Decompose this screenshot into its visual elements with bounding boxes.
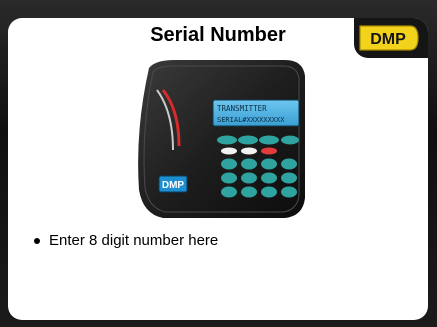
bullet-text: Enter 8 digit number here	[49, 232, 219, 249]
keypad-badge-text: DMP	[162, 180, 185, 191]
keypad-image: TRANSMITTER SERIAL#XXXXXXXXX DMP	[135, 60, 305, 218]
bullet-icon	[34, 237, 40, 244]
indicator-keys	[221, 147, 277, 155]
slide-title: Serial Number	[150, 24, 286, 46]
lcd-line-1: TRANSMITTER	[217, 104, 267, 113]
bullet-item: Enter 8 digit number here	[34, 232, 218, 249]
bullet-list: Enter 8 digit number here	[34, 232, 218, 249]
lcd-line-2: SERIAL#XXXXXXXXX	[217, 116, 285, 124]
slide-frame: DMP Serial Number TRANSMITTER SERIAL#XXX…	[0, 0, 437, 327]
slide-content-panel: DMP Serial Number TRANSMITTER SERIAL#XXX…	[8, 18, 428, 320]
